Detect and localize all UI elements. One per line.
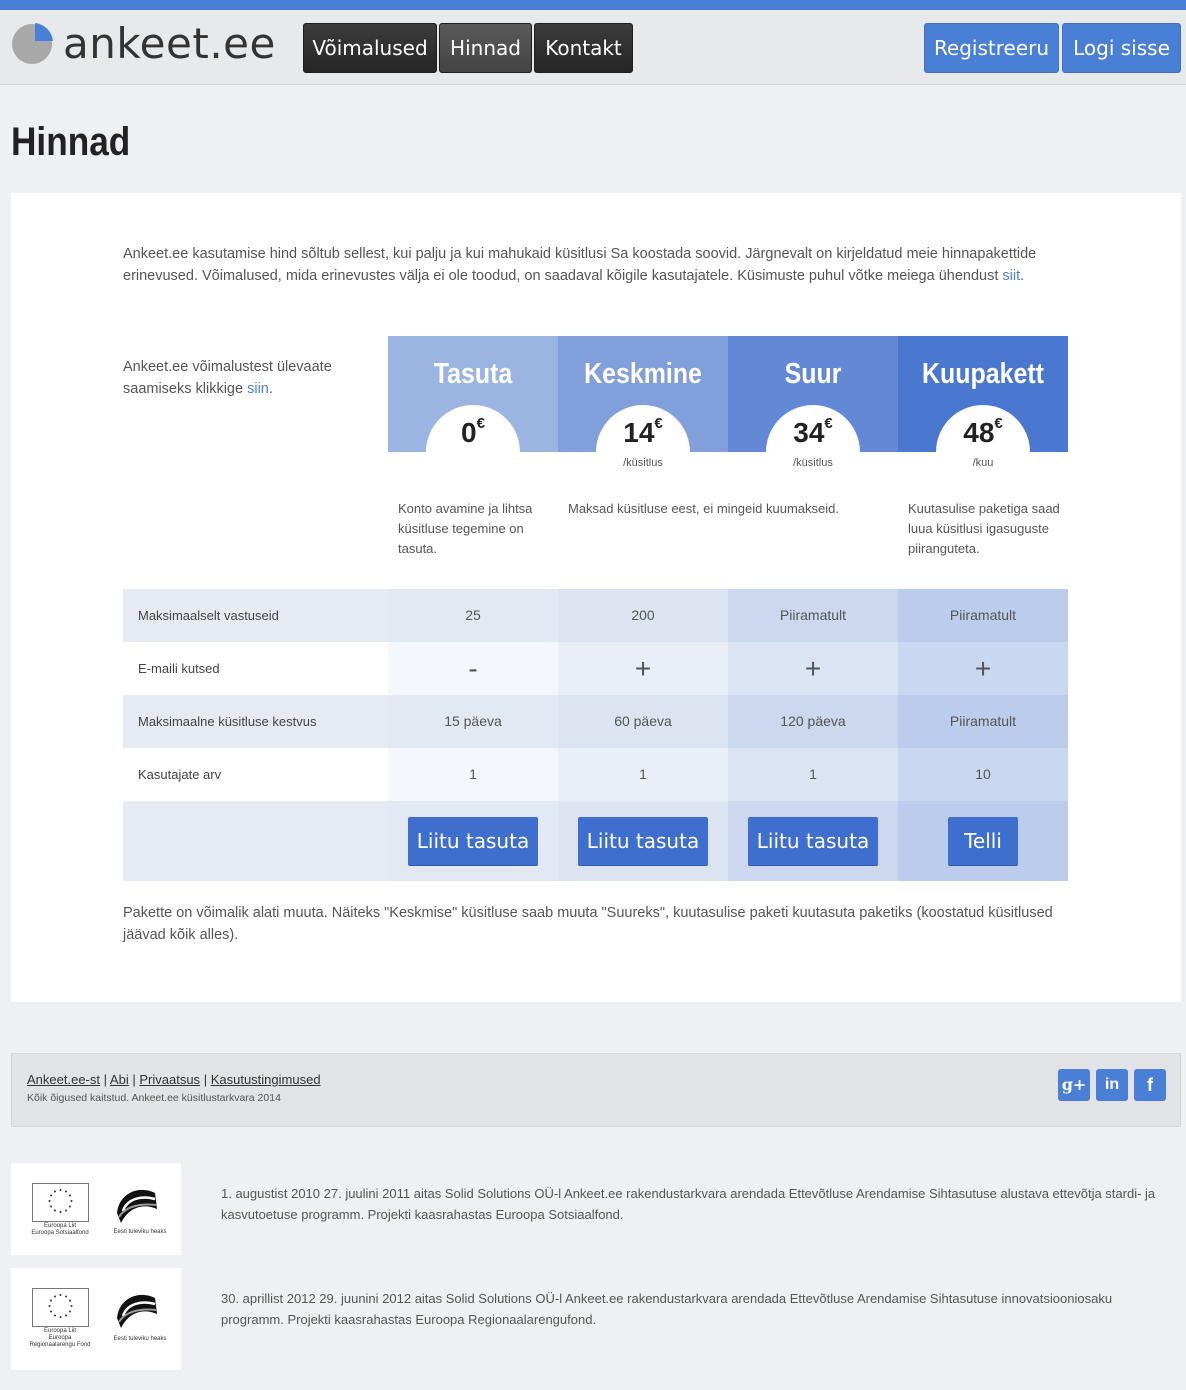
plan-header-keskmine: Keskmine 14€ /küsitlus [558, 336, 728, 499]
plan-price: 34€ [793, 415, 833, 448]
price-period: /kuu [972, 457, 994, 469]
features-link[interactable]: siin [247, 381, 269, 397]
facebook-icon[interactable]: f [1134, 1069, 1166, 1101]
footer-link-privacy[interactable]: Privaatsus [139, 1072, 200, 1087]
join-tasuta-button[interactable]: Liitu tasuta [408, 817, 538, 865]
feature-cell: + [558, 642, 728, 695]
google-plus-icon[interactable]: g+ [1058, 1069, 1090, 1101]
price-circle: 0€ [426, 405, 520, 499]
feature-cell: 1 [388, 748, 558, 801]
feature-cell: 10 [898, 748, 1068, 801]
footer-link-help[interactable]: Abi [110, 1072, 129, 1087]
feature-cell: Piiramatult [898, 695, 1068, 748]
pricing-card: Ankeet.ee kasutamise hind sõltub sellest… [11, 193, 1181, 1002]
feature-label: Kasutajate arv [123, 748, 388, 801]
eu-text: 1. augustist 2010 27. juulini 2011 aitas… [221, 1186, 1156, 1222]
estonia-future-icon [117, 1189, 157, 1223]
pie-logo-icon [12, 23, 53, 64]
order-kuupakett-button[interactable]: Telli [948, 817, 1018, 865]
feature-cell: 1 [728, 748, 898, 801]
feature-label: E-maili kutsed [123, 642, 388, 695]
nav-voimalused[interactable]: Võimalused [303, 23, 437, 73]
footer: Ankeet.ee-st | Abi | Privaatsus | Kasutu… [11, 1053, 1181, 1127]
top-stripe [0, 0, 1186, 10]
eu-text: 30. aprillist 2012 29. juunini 2012 aita… [221, 1291, 1113, 1327]
estonia-label: Eesti tuleviku heaks [113, 1229, 167, 1235]
button-row-label [123, 801, 388, 881]
eu-flag-icon [32, 1288, 89, 1327]
linkedin-icon[interactable]: in [1096, 1069, 1128, 1101]
feature-cell: 120 päeva [728, 695, 898, 748]
feature-cell: + [728, 642, 898, 695]
login-button[interactable]: Logi sisse [1062, 23, 1181, 73]
join-keskmine-button[interactable]: Liitu tasuta [578, 817, 708, 865]
page-title: Hinnad [11, 120, 131, 164]
plan-name: Keskmine [584, 358, 702, 390]
contact-link[interactable]: siit [1002, 268, 1020, 284]
eu-label: Euroopa Liit Euroopa Regionaalarengu Fon… [29, 1328, 91, 1348]
feature-cell: Piiramatult [728, 589, 898, 642]
feature-cell: 25 [388, 589, 558, 642]
price-circle: 14€ /küsitlus [596, 405, 690, 499]
footer-link-about[interactable]: Ankeet.ee-st [27, 1072, 100, 1087]
plan-price: 0€ [461, 415, 485, 448]
plan-name: Suur [784, 358, 842, 390]
eu-label: Euroopa Liit Euroopa Sotsiaalfond [31, 1223, 89, 1236]
feature-label: Maksimaalne küsitluse kestvus [123, 695, 388, 748]
price-circle: 48€ /kuu [936, 405, 1030, 499]
intro-text: Ankeet.ee kasutamise hind sõltub sellest… [123, 246, 1037, 284]
nav-kontakt[interactable]: Kontakt [534, 23, 633, 73]
plan-price: 48€ [963, 415, 1003, 448]
eu-flag-icon [32, 1183, 89, 1222]
nav-hinnad[interactable]: Hinnad [439, 23, 532, 73]
plan-header-tasuta: Tasuta 0€ [388, 336, 558, 499]
feature-label: Maksimaalselt vastuseid [123, 589, 388, 642]
feature-cell: - [388, 642, 558, 695]
plan-name: Tasuta [433, 358, 513, 390]
plan-name: Kuupakett [922, 358, 1044, 390]
header: ankeet.ee Võimalused Hinnad Kontakt Regi… [0, 10, 1186, 85]
price-circle: 34€ /küsitlus [766, 405, 860, 499]
eu-logo-box: Euroopa Liit Euroopa Regionaalarengu Fon… [11, 1268, 181, 1370]
estonia-future-icon [117, 1294, 157, 1328]
brand-name: ankeet.ee [63, 19, 276, 68]
feature-cell: 15 päeva [388, 695, 558, 748]
plan-desc-tasuta: Konto avamine ja lihtsa küsitluse tegemi… [398, 501, 533, 556]
feature-cell: + [898, 642, 1068, 695]
eu-logo-box: Euroopa Liit Euroopa Sotsiaalfond Eesti … [11, 1163, 181, 1255]
feature-cell: 60 päeva [558, 695, 728, 748]
register-button[interactable]: Registreeru [924, 23, 1059, 73]
copyright: Kõik õigused kaitstud. Ankeet.ee küsitlu… [27, 1092, 281, 1104]
plan-desc-kuupakett: Kuutasulise paketiga saad luua küsitlusi… [908, 501, 1060, 556]
estonia-label: Eesti tuleviku heaks [113, 1336, 167, 1342]
plan-header-suur: Suur 34€ /küsitlus [728, 336, 898, 499]
footer-link-terms[interactable]: Kasutustingimused [211, 1072, 321, 1087]
outro-text: Pakette on võimalik alati muuta. Näiteks… [123, 905, 1053, 943]
join-suur-button[interactable]: Liitu tasuta [748, 817, 878, 865]
feature-cell: 1 [558, 748, 728, 801]
price-period: /küsitlus [623, 457, 663, 469]
feature-cell: 200 [558, 589, 728, 642]
feature-cell: Piiramatult [898, 589, 1068, 642]
plan-header-kuupakett: Kuupakett 48€ /kuu [898, 336, 1068, 499]
plan-desc-keskmine: Maksad küsitluse eest, ei mingeid kuumak… [568, 501, 839, 516]
price-period: /küsitlus [793, 457, 833, 469]
features-info: Ankeet.ee võimalustest ülevaate saamisek… [123, 359, 332, 397]
footer-links: Ankeet.ee-st | Abi | Privaatsus | Kasutu… [27, 1072, 321, 1087]
plan-price: 14€ [623, 415, 663, 448]
